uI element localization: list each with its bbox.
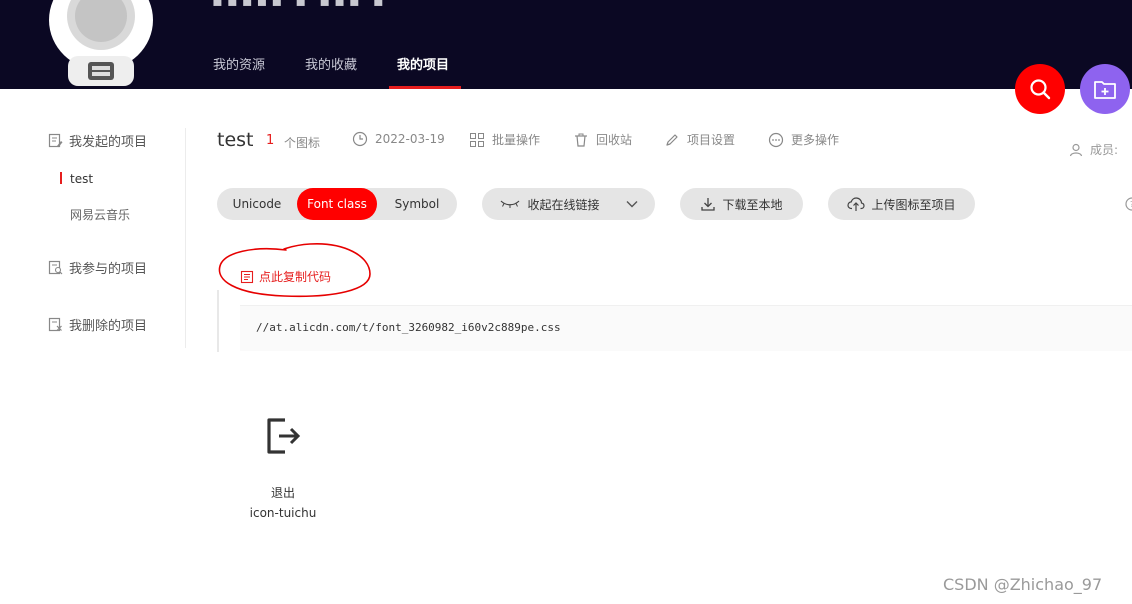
project-settings-label: 项目设置 <box>687 133 736 147</box>
sidebar-item-label: 我删除的项目 <box>69 319 148 334</box>
grid-icon <box>470 132 484 147</box>
download-label: 下载至本地 <box>722 197 783 212</box>
collapse-link-label: 收起在线链接 <box>527 197 600 212</box>
copy-doc-icon <box>240 270 254 283</box>
doc-delete-icon <box>48 317 62 332</box>
more-dots-icon <box>768 132 784 147</box>
format-switch: Unicode Font class Symbol <box>217 188 457 220</box>
pencil-icon <box>666 133 678 146</box>
sidebar-divider <box>185 128 186 348</box>
more-actions-button[interactable]: 更多操作 <box>768 131 839 148</box>
chevron-down-icon <box>626 201 637 208</box>
icon-class-name: icon-tuichu <box>249 506 317 520</box>
folder-add-icon <box>1094 81 1116 99</box>
more-actions-label: 更多操作 <box>791 133 840 147</box>
sidebar-item-deleted-projects[interactable]: 我删除的项目 <box>48 315 147 334</box>
members-label: 成员: <box>1090 143 1119 157</box>
nav-tab-projects[interactable]: 我的项目 <box>397 54 449 73</box>
trash-icon <box>575 133 587 147</box>
search-button[interactable] <box>1015 64 1065 114</box>
page: ▪▪▪▪▪ ▪ ▪▪▪ ▪ 我的资源 我的收藏 我的项目 我发起的项目 test… <box>0 0 1132 604</box>
tab-font-class[interactable]: Font class <box>297 188 377 220</box>
tab-symbol[interactable]: Symbol <box>377 188 457 220</box>
clock-icon <box>352 131 368 147</box>
nav-tab-resources[interactable]: 我的资源 <box>213 54 265 73</box>
search-icon <box>1030 79 1051 100</box>
upload-icons-button[interactable]: 上传图标至项目 <box>828 188 975 220</box>
icon-name: 退出 <box>270 486 295 500</box>
sidebar-item-joined-projects[interactable]: 我参与的项目 <box>48 258 147 277</box>
sidebar-item-label: 我发起的项目 <box>69 135 148 150</box>
icon-count: 1 <box>266 133 275 148</box>
sidebar-item-my-projects[interactable]: 我发起的项目 <box>48 131 147 150</box>
sidebar-project-netease-music[interactable]: 网易云音乐 <box>70 206 130 223</box>
edit-doc-icon <box>48 133 63 148</box>
logout-icon <box>267 418 301 454</box>
nav-tab-favorites[interactable]: 我的收藏 <box>305 54 357 73</box>
copy-code-label: 点此复制代码 <box>259 270 332 284</box>
active-item-marker <box>60 172 62 184</box>
header-title-fragment: ▪▪▪▪▪ ▪ ▪▪▪ ▪ <box>212 0 388 10</box>
watermark: CSDN @Zhichao_97 <box>943 575 1103 594</box>
download-local-button[interactable]: 下载至本地 <box>680 188 803 220</box>
new-project-button[interactable] <box>1080 64 1130 114</box>
project-date-text: 2022-03-19 <box>375 132 445 146</box>
tab-unicode[interactable]: Unicode <box>217 188 297 220</box>
top-header: ▪▪▪▪▪ ▪ ▪▪▪ ▪ 我的资源 我的收藏 我的项目 <box>0 0 1132 89</box>
project-settings-button[interactable]: 项目设置 <box>664 131 735 148</box>
help-icon[interactable]: ? <box>1122 196 1132 212</box>
recycle-bin-label: 回收站 <box>596 133 633 147</box>
css-link-url[interactable]: //at.alicdn.com/t/font_3260982_i60v2c889… <box>256 321 561 334</box>
recycle-bin-button[interactable]: 回收站 <box>573 131 632 148</box>
project-date: 2022-03-19 <box>352 131 445 147</box>
batch-operation-button[interactable]: 批量操作 <box>469 131 540 148</box>
icon-card[interactable]: 退出 icon-tuichu <box>233 410 333 525</box>
project-title: test <box>217 129 254 151</box>
collapse-online-link-button[interactable]: 收起在线链接 <box>482 188 655 220</box>
download-icon <box>701 198 716 211</box>
members-section[interactable]: 成员: <box>1068 141 1118 158</box>
nav-active-underline <box>389 86 461 89</box>
icon-count-label: 个图标 <box>284 136 321 150</box>
sidebar-project-test[interactable]: test <box>70 172 93 186</box>
code-block-border <box>217 290 219 352</box>
user-icon <box>1069 143 1083 156</box>
astronaut-avatar <box>49 0 153 86</box>
copy-code-button[interactable]: 点此复制代码 <box>240 268 331 285</box>
sidebar-item-label: 我参与的项目 <box>69 262 148 277</box>
doc-search-icon <box>48 260 63 275</box>
cloud-upload-icon <box>847 197 866 211</box>
closed-eye-icon <box>501 200 520 208</box>
upload-label: 上传图标至项目 <box>871 197 956 212</box>
batch-operation-label: 批量操作 <box>492 133 541 147</box>
